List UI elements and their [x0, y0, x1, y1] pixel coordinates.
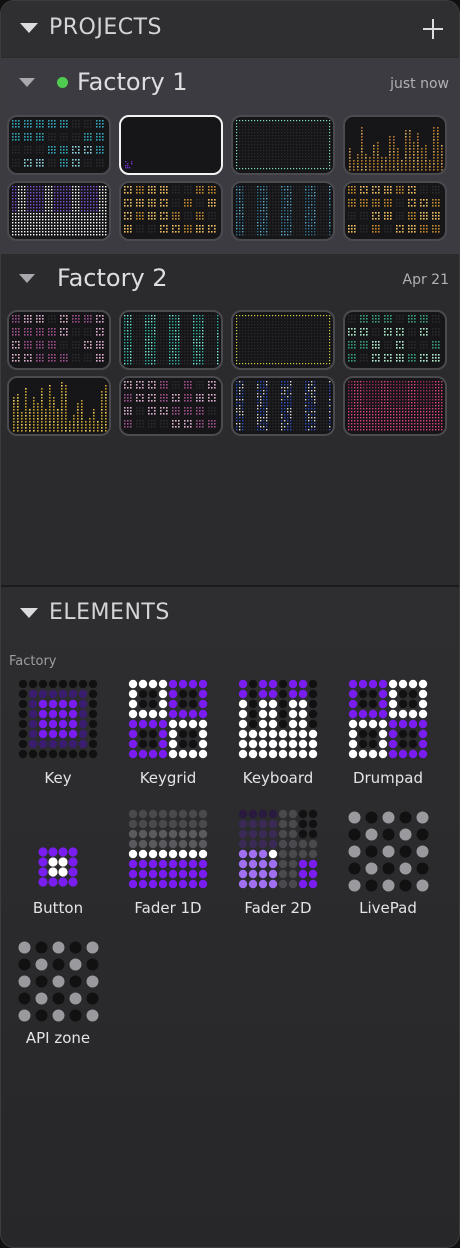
element-label: API zone — [25, 1029, 91, 1047]
keyboard-icon — [238, 679, 318, 759]
project-factory-2[interactable]: Factory 2 Apr 21 — [1, 255, 459, 305]
button-icon — [38, 847, 78, 887]
drumpad-icon — [348, 679, 428, 759]
fader-1d-icon — [128, 809, 208, 889]
element-label: Keygrid — [139, 769, 197, 787]
project-thumbnail[interactable] — [343, 115, 447, 175]
element-keyboard[interactable]: Keyboard — [223, 679, 333, 797]
triangle-down-icon[interactable] — [20, 608, 38, 618]
element-label: Keyboard — [242, 769, 314, 787]
element-keygrid[interactable]: Keygrid — [113, 679, 223, 797]
thumbnail-preview — [348, 186, 440, 233]
thumbnail-preview — [236, 186, 331, 236]
element-label: Key — [44, 769, 72, 787]
project-thumbnail[interactable] — [119, 310, 223, 370]
thumbnail-preview — [236, 381, 331, 431]
thumbnail-preview — [348, 315, 440, 362]
project-thumbnail[interactable] — [343, 310, 447, 370]
project-thumbnail[interactable] — [231, 310, 335, 370]
thumbnail-preview — [13, 382, 107, 432]
project-thumbnail[interactable] — [343, 181, 447, 241]
project-thumbnail[interactable] — [231, 115, 335, 175]
element-button[interactable]: Button — [3, 809, 113, 927]
thumbnail-preview — [236, 120, 331, 170]
side-panel: PROJECTS Factory 1 just now Factory 2 Ap… — [0, 0, 460, 1248]
group-label: Factory — [9, 654, 57, 669]
project-thumbnail[interactable] — [119, 115, 223, 175]
thumbnail-preview — [12, 186, 107, 236]
element-label: LivePad — [359, 899, 417, 917]
element-key[interactable]: Key — [3, 679, 113, 797]
element-fader-2d[interactable]: Fader 2D — [223, 809, 333, 927]
thumbnail-preview — [125, 161, 133, 169]
project-thumbnail[interactable] — [119, 181, 223, 241]
plus-icon[interactable] — [421, 17, 445, 41]
elements-title: ELEMENTS — [49, 600, 170, 625]
project-thumbnail[interactable] — [7, 181, 111, 241]
fader-2d-icon — [238, 809, 318, 889]
project-thumbnail[interactable] — [119, 376, 223, 436]
project-modified: just now — [390, 76, 449, 92]
project-thumbnail[interactable] — [231, 181, 335, 241]
livepad-icon — [348, 811, 428, 892]
element-fader-1d[interactable]: Fader 1D — [113, 809, 223, 927]
status-dot — [57, 77, 68, 88]
project-modified: Apr 21 — [402, 272, 449, 288]
projects-header[interactable]: PROJECTS — [1, 1, 459, 57]
project-title: Factory 2 — [57, 264, 168, 292]
element-label: Fader 2D — [244, 899, 312, 917]
element-api-zone[interactable]: API zone — [3, 939, 113, 1057]
thumbnail-preview — [348, 381, 443, 431]
element-label: Fader 1D — [134, 899, 202, 917]
project-thumbnail[interactable] — [7, 115, 111, 175]
project-title: Factory 1 — [77, 68, 188, 96]
triangle-down-icon[interactable] — [19, 78, 35, 87]
thumbnail-preview — [236, 315, 331, 365]
project-thumbnail[interactable] — [343, 376, 447, 436]
triangle-down-icon[interactable] — [20, 23, 38, 33]
element-livepad[interactable]: LivePad — [333, 809, 443, 927]
thumbnail-preview — [349, 127, 443, 171]
thumbnail-preview — [124, 315, 219, 365]
element-drumpad[interactable]: Drumpad — [333, 679, 443, 797]
project-thumbnail[interactable] — [231, 376, 335, 436]
elements-section: ELEMENTS Factory Key Keygrid Keyboard Drump… — [1, 587, 459, 1247]
thumbnail-preview — [124, 186, 216, 233]
project-thumbnail[interactable] — [7, 376, 111, 436]
thumbnail-preview — [12, 120, 104, 167]
key-icon — [18, 679, 98, 759]
projects-title: PROJECTS — [49, 15, 163, 40]
keygrid-icon — [128, 679, 208, 759]
element-label: Drumpad — [352, 769, 424, 787]
api-zone-icon — [18, 941, 98, 1022]
thumbnail-preview — [124, 381, 216, 428]
project-thumbnail[interactable] — [7, 310, 111, 370]
triangle-down-icon[interactable] — [19, 274, 35, 283]
element-label: Button — [32, 899, 84, 917]
thumbnail-preview — [12, 315, 104, 362]
